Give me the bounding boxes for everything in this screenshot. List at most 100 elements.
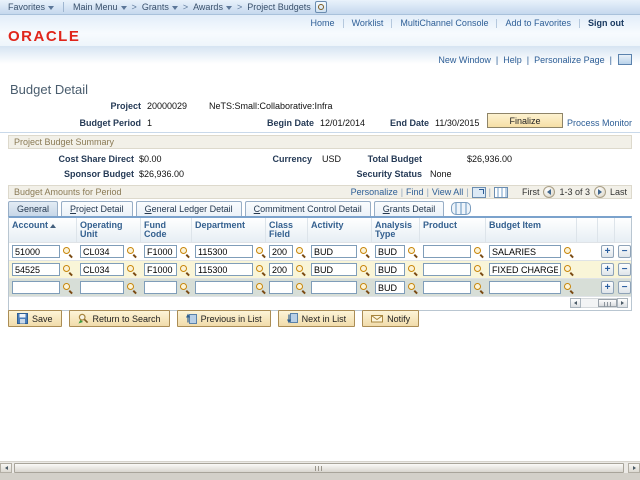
account-input[interactable] xyxy=(12,263,60,276)
download-grid-icon[interactable] xyxy=(494,187,508,198)
breadcrumb-awards[interactable]: Awards xyxy=(193,2,232,12)
lookup-icon[interactable] xyxy=(563,264,574,275)
lookup-icon[interactable] xyxy=(563,246,574,257)
tab-general-ledger-detail[interactable]: General Ledger Detail xyxy=(136,201,242,216)
add-row-button[interactable]: + xyxy=(601,263,614,276)
lookup-icon[interactable] xyxy=(126,264,137,275)
lookup-icon[interactable] xyxy=(295,264,306,275)
lookup-icon[interactable] xyxy=(179,264,190,275)
lookup-icon[interactable] xyxy=(407,246,418,257)
show-all-columns-icon[interactable] xyxy=(451,202,471,215)
previous-in-list-button[interactable]: Previous in List xyxy=(177,310,271,327)
analysis-type-input[interactable] xyxy=(375,263,405,276)
lookup-icon[interactable] xyxy=(473,246,484,257)
department-input[interactable] xyxy=(195,263,253,276)
class-field-input[interactable] xyxy=(269,281,293,294)
lookup-icon[interactable] xyxy=(407,264,418,275)
lookup-icon[interactable] xyxy=(359,282,370,293)
column-header-fund-code[interactable]: Fund Code xyxy=(141,218,192,242)
budget-item-input[interactable] xyxy=(489,263,561,276)
lookup-icon[interactable] xyxy=(62,246,73,257)
lookup-icon[interactable] xyxy=(295,282,306,293)
finalize-button[interactable]: Finalize xyxy=(487,113,563,128)
lookup-icon[interactable] xyxy=(359,246,370,257)
lookup-icon[interactable] xyxy=(255,246,266,257)
column-header-product[interactable]: Product xyxy=(420,218,486,242)
save-button[interactable]: Save xyxy=(8,310,62,327)
column-header-operating-unit[interactable]: Operating Unit xyxy=(77,218,141,242)
lookup-icon[interactable] xyxy=(62,264,73,275)
worklist-link[interactable]: Worklist xyxy=(352,18,384,28)
lookup-icon[interactable] xyxy=(473,264,484,275)
lookup-icon[interactable] xyxy=(473,282,484,293)
main-menu[interactable]: Main Menu xyxy=(73,2,127,12)
scrollbar-track[interactable] xyxy=(581,298,617,308)
lookup-icon[interactable] xyxy=(295,246,306,257)
view-all-link[interactable]: View All xyxy=(432,187,463,197)
scroll-right-button[interactable] xyxy=(628,463,640,473)
class-field-input[interactable] xyxy=(269,245,293,258)
lookup-icon[interactable] xyxy=(179,282,190,293)
tab-general[interactable]: General xyxy=(8,201,58,216)
account-input[interactable] xyxy=(12,281,60,294)
operating-unit-input[interactable] xyxy=(80,245,124,258)
breadcrumb-project-budgets[interactable]: Project Budgets xyxy=(247,2,311,12)
lookup-icon[interactable] xyxy=(126,246,137,257)
find-link[interactable]: Find xyxy=(406,187,424,197)
fund-code-input[interactable] xyxy=(144,281,177,294)
department-input[interactable] xyxy=(195,281,253,294)
product-input[interactable] xyxy=(423,263,471,276)
lookup-icon[interactable] xyxy=(407,282,418,293)
multichannel-console-link[interactable]: MultiChannel Console xyxy=(400,18,488,28)
lookup-icon[interactable] xyxy=(359,264,370,275)
next-page-button[interactable] xyxy=(594,186,606,198)
add-row-button[interactable]: + xyxy=(601,281,614,294)
scroll-right-button[interactable] xyxy=(617,298,628,308)
add-to-favorites-link[interactable]: Add to Favorites xyxy=(505,18,571,28)
notify-button[interactable]: Notify xyxy=(362,310,419,327)
previous-page-button[interactable] xyxy=(543,186,555,198)
personalize-link[interactable]: Personalize xyxy=(351,187,398,197)
lookup-icon[interactable] xyxy=(126,282,137,293)
window-horizontal-scrollbar[interactable] xyxy=(0,461,640,473)
new-window-link[interactable]: New Window xyxy=(438,55,491,65)
favorites-menu[interactable]: Favorites xyxy=(8,2,54,12)
activity-input[interactable] xyxy=(311,245,357,258)
product-input[interactable] xyxy=(423,245,471,258)
zoom-popup-icon[interactable] xyxy=(472,187,486,198)
help-link[interactable]: Help xyxy=(503,55,522,65)
scroll-left-button[interactable] xyxy=(570,298,581,308)
scroll-left-button[interactable] xyxy=(0,463,12,473)
tab-commitment-control-detail[interactable]: Commitment Control Detail xyxy=(245,201,371,216)
process-monitor-link[interactable]: Process Monitor xyxy=(567,118,632,128)
sign-out-link[interactable]: Sign out xyxy=(588,18,624,28)
lookup-icon[interactable] xyxy=(563,282,574,293)
product-input[interactable] xyxy=(423,281,471,294)
column-header-account[interactable]: Account xyxy=(9,218,77,242)
column-header-budget-item[interactable]: Budget Item xyxy=(486,218,577,242)
breadcrumb-grants[interactable]: Grants xyxy=(142,2,178,12)
next-in-list-button[interactable]: Next in List xyxy=(278,310,356,327)
lookup-icon[interactable] xyxy=(62,282,73,293)
analysis-type-input[interactable] xyxy=(375,281,405,294)
operating-unit-input[interactable] xyxy=(80,263,124,276)
class-field-input[interactable] xyxy=(269,263,293,276)
fund-code-input[interactable] xyxy=(144,245,177,258)
column-header-department[interactable]: Department xyxy=(192,218,266,242)
scrollbar-thumb[interactable] xyxy=(598,299,617,307)
lookup-icon[interactable] xyxy=(255,282,266,293)
add-row-button[interactable]: + xyxy=(601,245,614,258)
delete-row-button[interactable]: − xyxy=(618,281,631,294)
tab-project-detail[interactable]: Project Detail xyxy=(61,201,133,216)
account-input[interactable] xyxy=(12,245,60,258)
lookup-icon[interactable] xyxy=(179,246,190,257)
lookup-icon[interactable] xyxy=(255,264,266,275)
activity-input[interactable] xyxy=(311,263,357,276)
http-window-icon[interactable] xyxy=(618,54,632,65)
column-header-activity[interactable]: Activity xyxy=(308,218,372,242)
column-header-class-field[interactable]: Class Field xyxy=(266,218,308,242)
department-input[interactable] xyxy=(195,245,253,258)
column-header-analysis-type[interactable]: Analysis Type xyxy=(372,218,420,242)
scrollbar-thumb[interactable] xyxy=(14,463,624,473)
operating-unit-input[interactable] xyxy=(80,281,124,294)
